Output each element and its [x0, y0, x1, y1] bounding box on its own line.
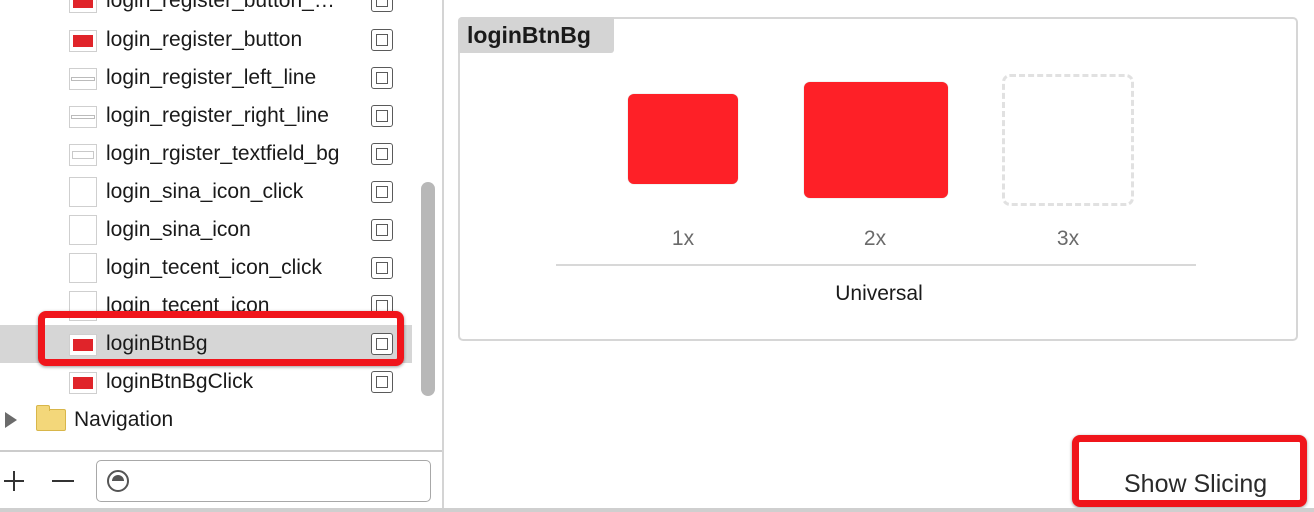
image-set-detail-pane: loginBtnBg 1x 2x 3x Universal Show Slici…	[444, 0, 1314, 512]
asset-thumbnail-icon	[69, 144, 97, 166]
slot-1x-image[interactable]	[628, 94, 738, 184]
asset-thumbnail-fill	[71, 115, 95, 119]
asset-row[interactable]: login_rgister_textfield_bg	[0, 135, 412, 173]
folder-row-navigation[interactable]: Navigation	[0, 401, 412, 439]
asset-checkbox-icon[interactable]	[371, 29, 393, 51]
asset-row[interactable]: login_register_button	[0, 21, 412, 59]
asset-thumbnail-icon	[69, 253, 97, 283]
asset-checkbox-icon[interactable]	[371, 67, 393, 89]
asset-thumbnail-icon	[69, 68, 97, 90]
image-set-title: loginBtnBg	[467, 22, 591, 48]
asset-label: login_register_button	[106, 28, 303, 51]
asset-label: login_tecent_icon_click	[106, 256, 322, 279]
asset-checkbox-icon[interactable]	[371, 143, 393, 165]
asset-thumbnail-icon	[69, 215, 97, 245]
scrollbar-thumb[interactable]	[421, 182, 435, 396]
asset-label: login_sina_icon_click	[106, 180, 304, 203]
filter-input[interactable]	[137, 467, 421, 495]
slot-3x-empty-well[interactable]	[1002, 74, 1134, 206]
asset-checkbox-icon[interactable]	[371, 219, 393, 241]
asset-row[interactable]: login_register_left_line	[0, 59, 412, 97]
asset-thumbnail-fill	[71, 77, 95, 81]
asset-row[interactable]: login_sina_icon	[0, 211, 412, 249]
slot-2x-label: 2x	[863, 227, 887, 250]
asset-thumbnail-fill	[72, 151, 94, 159]
asset-row[interactable]: login_sina_icon_click	[0, 173, 412, 211]
show-slicing-button[interactable]: Show Slicing	[1124, 470, 1267, 499]
slot-1x-label: 1x	[671, 227, 695, 250]
asset-label: login_register_right_line	[106, 104, 329, 127]
asset-checkbox-icon[interactable]	[371, 257, 393, 279]
asset-label: loginBtnBgClick	[106, 370, 254, 393]
window-bottom-border	[0, 508, 1314, 512]
asset-checkbox-icon[interactable]	[371, 105, 393, 127]
slot-2x-image[interactable]	[804, 82, 948, 198]
asset-row[interactable]: login_register_right_line	[0, 97, 412, 135]
asset-row[interactable]: login_tecent_icon_click	[0, 249, 412, 287]
filter-field[interactable]	[96, 460, 431, 502]
asset-label: login_sina_icon	[106, 218, 251, 241]
image-set-title-tab[interactable]: loginBtnBg	[458, 17, 614, 53]
asset-thumbnail-fill	[73, 0, 93, 8]
asset-thumbnail-icon	[69, 0, 97, 13]
asset-label: login_register_button_…	[106, 0, 335, 12]
filter-icon[interactable]	[107, 470, 129, 492]
asset-list-pane: login_register_button_… login_register_bu…	[0, 0, 442, 512]
folder-label: Navigation	[74, 408, 174, 431]
asset-row[interactable]: login_register_button_…	[0, 0, 412, 20]
asset-thumbnail-icon	[69, 372, 97, 394]
asset-thumbnail-icon	[69, 106, 97, 128]
asset-list-toolbar	[0, 450, 442, 512]
plus-icon[interactable]	[4, 466, 26, 496]
idiom-divider	[556, 264, 1196, 266]
slot-3x-label: 3x	[1056, 227, 1080, 250]
asset-checkbox-icon[interactable]	[371, 0, 393, 12]
asset-label: login_register_left_line	[106, 66, 317, 89]
folder-icon	[36, 405, 66, 431]
asset-label: login_rgister_textfield_bg	[106, 142, 340, 165]
annotation-highlight-selected-asset	[38, 311, 404, 366]
idiom-label: Universal	[835, 282, 923, 305]
asset-checkbox-icon[interactable]	[371, 181, 393, 203]
disclosure-triangle-icon[interactable]	[5, 412, 17, 428]
asset-checkbox-icon[interactable]	[371, 371, 393, 393]
asset-thumbnail-icon	[69, 177, 97, 207]
asset-row[interactable]: loginBtnBgClick	[0, 363, 412, 401]
minus-icon[interactable]	[52, 466, 76, 496]
asset-thumbnail-fill	[73, 377, 93, 389]
asset-thumbnail-fill	[73, 35, 93, 47]
asset-thumbnail-icon	[69, 30, 97, 52]
